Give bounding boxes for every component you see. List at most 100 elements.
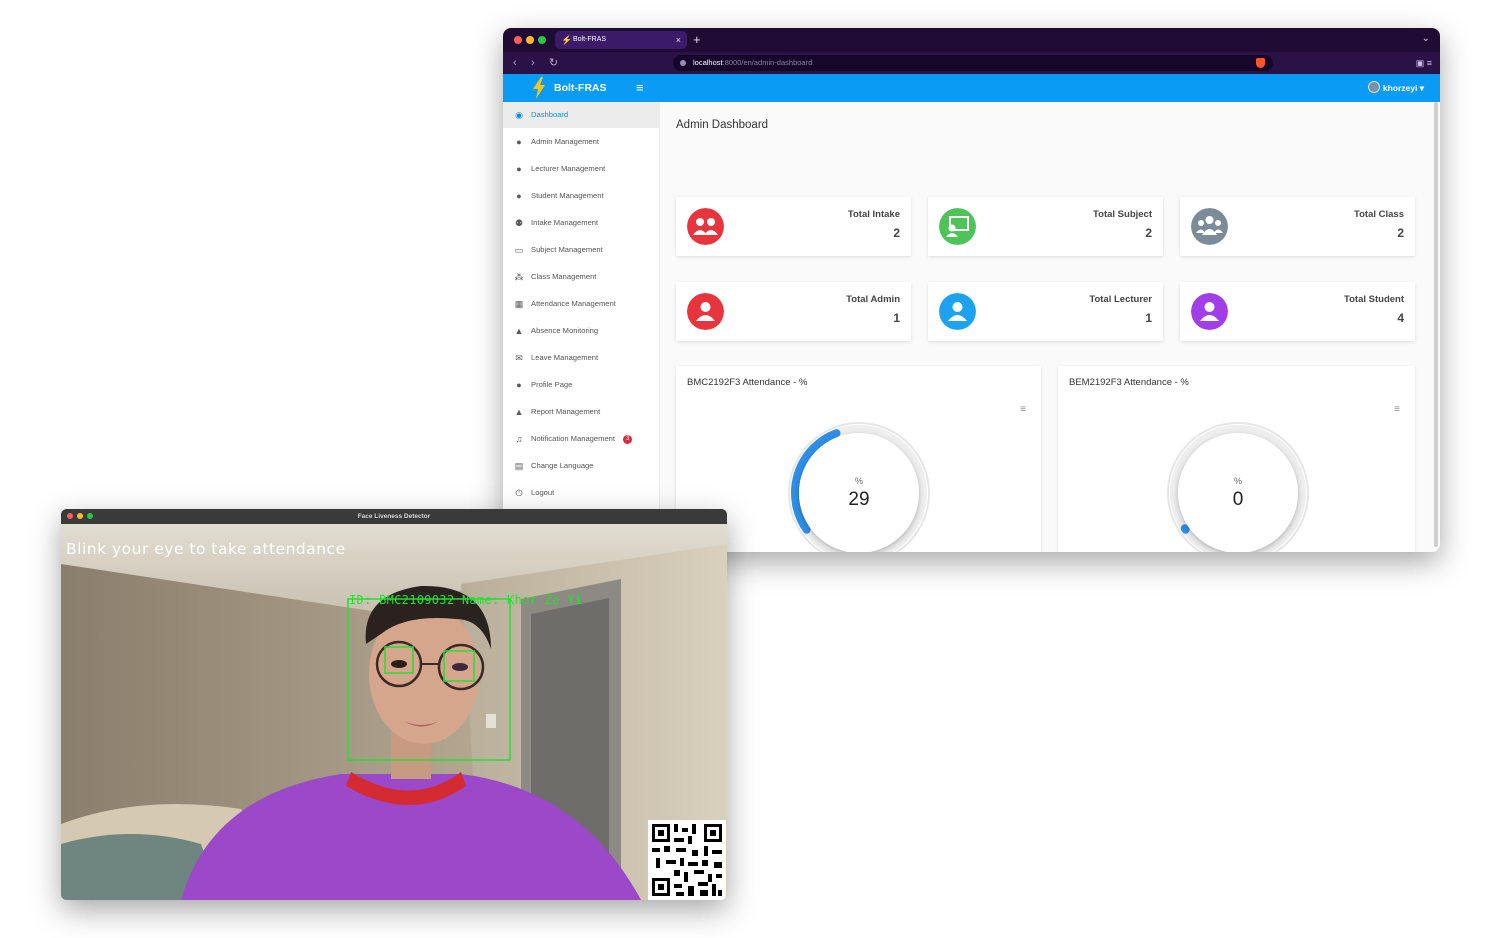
browser-tab[interactable]: ⚡ Bolt-FRAS ×	[555, 31, 687, 49]
gauge-title: BMC2192F3 Attendance - %	[687, 377, 808, 388]
sidebar-item-logout[interactable]: ⏻ Logout	[503, 480, 660, 506]
radial-gauge: % 0	[1167, 422, 1309, 552]
language-icon: ▤	[514, 461, 524, 471]
face-liveness-window: Face Liveness Detector Blink your eye to…	[61, 509, 727, 900]
chevron-down-icon[interactable]: ⌄	[1422, 33, 1430, 44]
sidebar-item-label: Logout	[531, 488, 555, 497]
sidebar: ◉ Dashboard ● Admin Management ● Lecturer M…	[503, 102, 660, 552]
sidebar-item-label: Notification Management	[531, 434, 615, 443]
sidebar-item-absence[interactable]: ▲ Absence Monitoring	[503, 318, 660, 344]
notification-badge: 3	[623, 435, 633, 444]
stat-label: Total Lecturer	[1089, 294, 1152, 305]
site-info-icon[interactable]	[680, 60, 686, 66]
sidebar-item-label: Report Management	[531, 407, 601, 416]
webcam-image	[61, 524, 727, 900]
camera-feed: Blink your eye to take attendance ID: BM…	[61, 524, 727, 900]
chalkboard-icon: ▭	[514, 245, 524, 255]
stat-value: 4	[1397, 311, 1404, 325]
sidebar-item-admin[interactable]: ● Admin Management	[503, 129, 660, 155]
sidebar-item-label: Leave Management	[531, 353, 599, 362]
power-icon: ⏻	[515, 488, 523, 498]
sidebar-item-label: Student Management	[531, 191, 604, 200]
sidebar-item-report[interactable]: ▲ Report Management	[503, 399, 660, 425]
stat-value: 1	[893, 311, 900, 325]
avatar	[1367, 81, 1380, 93]
stat-card-lecturer: Total Lecturer 1	[928, 282, 1163, 341]
sidebar-item-label: Class Management	[531, 272, 597, 281]
user-menu[interactable]: khorzeyi ▾	[1367, 74, 1424, 102]
maximize-window-icon[interactable]	[538, 36, 546, 44]
sidebar-item-label: Admin Management	[531, 137, 599, 146]
stat-label: Total Class	[1354, 209, 1404, 220]
sidebar-item-label: Subject Management	[531, 245, 603, 254]
radial-gauge: % 29	[788, 422, 930, 552]
back-icon[interactable]: ‹	[513, 55, 517, 71]
sidebar-item-subject[interactable]: ▭ Subject Management	[503, 237, 660, 263]
close-window-icon[interactable]	[514, 36, 522, 44]
sidebar-item-label: Lecturer Management	[531, 164, 606, 173]
gauge-unit: %	[1234, 476, 1242, 486]
page-title: Admin Dashboard	[676, 119, 769, 131]
close-tab-icon[interactable]: ×	[676, 31, 681, 49]
stat-value: 2	[1145, 226, 1152, 240]
attendance-gauge-card-2: BEM2192F3 Attendance - % ≡ % 0	[1058, 366, 1415, 552]
sidebar-item-lecturer[interactable]: ● Lecturer Management	[503, 156, 660, 182]
main-content: Admin Dashboard Total Intake 2 Total Sub…	[661, 102, 1435, 552]
extensions-icon[interactable]: ▣ ≡	[1416, 55, 1432, 71]
user-icon: ●	[516, 191, 522, 201]
gauge-value: 0	[1233, 489, 1244, 510]
sidebar-item-class[interactable]: ⁂ Class Management	[503, 264, 660, 290]
chart-menu-icon[interactable]: ≡	[1020, 404, 1026, 415]
brave-shield-icon[interactable]	[1256, 58, 1265, 68]
sidebar-item-label: Profile Page	[531, 380, 573, 389]
url-path: :8000/en/admin-dashboard	[722, 58, 813, 67]
reload-icon[interactable]: ↻	[549, 55, 558, 71]
dashboard-icon: ◉	[515, 110, 523, 120]
scrollbar[interactable]	[1434, 102, 1438, 547]
user-icon: ●	[516, 380, 522, 390]
camera-window-title: Face Liveness Detector	[357, 513, 431, 520]
stat-label: Total Student	[1344, 294, 1404, 305]
menu-toggle-icon[interactable]: ≡	[636, 74, 644, 102]
group-icon: ⁂	[514, 272, 524, 282]
sidebar-item-label: Change Language	[531, 461, 594, 470]
bell-icon: ♫	[515, 434, 523, 444]
bolt-logo-icon	[533, 77, 545, 99]
sidebar-item-leave[interactable]: ✉ Leave Management	[503, 345, 660, 371]
browser-window: ⚡ Bolt-FRAS × + ⌄ ‹ › ↻ localhost:8000/e…	[503, 28, 1440, 552]
gauge-unit: %	[855, 476, 863, 486]
gauge-value: 29	[848, 489, 869, 510]
sidebar-item-language[interactable]: ▤ Change Language	[503, 453, 660, 479]
new-tab-icon[interactable]: +	[693, 31, 701, 49]
group-icon	[1191, 208, 1228, 245]
app-header: Bolt-FRAS ≡ khorzeyi ▾	[503, 74, 1440, 102]
sidebar-item-intake[interactable]: ⚉ Intake Management	[503, 210, 660, 236]
url-field[interactable]: localhost:8000/en/admin-dashboard	[673, 55, 1273, 71]
sidebar-item-label: Absence Monitoring	[531, 326, 599, 335]
forward-icon[interactable]: ›	[531, 55, 535, 71]
blink-prompt: Blink your eye to take attendance	[66, 540, 346, 558]
stat-value: 1	[1145, 311, 1152, 325]
tab-title: Bolt-FRAS	[573, 36, 607, 43]
stat-card-admin: Total Admin 1	[676, 282, 911, 341]
qr-code	[648, 820, 726, 900]
url-host: localhost	[693, 58, 723, 67]
sidebar-item-attendance[interactable]: ▦ Attendance Management	[503, 291, 660, 317]
user-icon	[687, 293, 724, 330]
stat-card-student: Total Student 4	[1180, 282, 1415, 341]
user-icon: ●	[516, 137, 522, 147]
stat-label: Total Intake	[847, 209, 900, 220]
stat-label: Total Subject	[1093, 209, 1152, 220]
recognition-label: ID: BMC2109032 Name: Khor Ze Yi	[349, 593, 583, 607]
sidebar-item-dashboard[interactable]: ◉ Dashboard	[503, 102, 660, 128]
brand-name[interactable]: Bolt-FRAS	[554, 74, 607, 102]
sidebar-item-student[interactable]: ● Student Management	[503, 183, 660, 209]
minimize-window-icon[interactable]	[526, 36, 534, 44]
gauge-arc	[1180, 524, 1190, 534]
calendar-icon: ▦	[514, 299, 524, 309]
sidebar-item-profile[interactable]: ● Profile Page	[503, 372, 660, 398]
sidebar-item-notification[interactable]: ♫ Notification Management 3	[503, 426, 660, 452]
chart-menu-icon[interactable]: ≡	[1394, 404, 1400, 415]
users-icon: ⚉	[514, 218, 524, 228]
tab-bar: ⚡ Bolt-FRAS × + ⌄	[503, 28, 1440, 52]
